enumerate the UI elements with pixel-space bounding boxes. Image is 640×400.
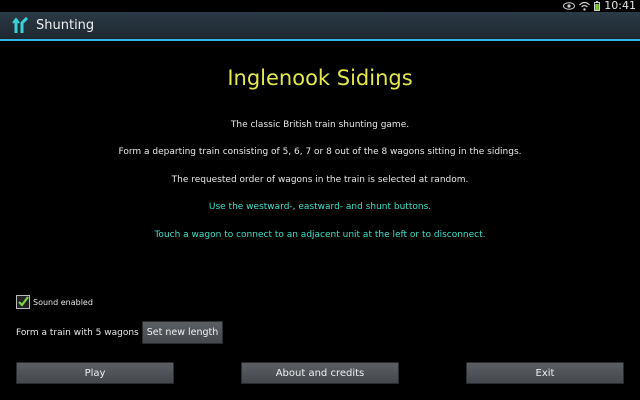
about-and-credits-button[interactable]: About and credits xyxy=(241,362,399,384)
instruction-line-1: Use the westward-, eastward- and shunt b… xyxy=(208,202,432,212)
sound-toggle[interactable]: Sound enabled xyxy=(16,295,93,309)
description-line-3: The requested order of wagons in the tra… xyxy=(171,175,469,185)
app-logo-icon[interactable] xyxy=(12,16,30,35)
action-bar: Shunting xyxy=(0,12,640,41)
wifi-icon xyxy=(579,1,591,11)
battery-icon xyxy=(594,1,601,11)
set-new-length-button[interactable]: Set new length xyxy=(142,321,223,344)
eye-icon xyxy=(563,2,576,10)
description-line-1: The classic British train shunting game. xyxy=(230,120,410,130)
app-title: Shunting xyxy=(36,18,95,33)
exit-button[interactable]: Exit xyxy=(466,362,624,384)
sound-checkbox[interactable] xyxy=(16,295,30,309)
instruction-line-2: Touch a wagon to connect to an adjacent … xyxy=(154,230,486,240)
play-button[interactable]: Play xyxy=(16,362,174,384)
description-line-2: Form a departing train consisting of 5, … xyxy=(118,147,522,157)
sound-label: Sound enabled xyxy=(33,297,93,307)
checkmark-icon xyxy=(18,296,29,307)
train-length-text: Form a train with 5 wagons xyxy=(16,327,139,338)
clock: 10:41 xyxy=(604,0,636,12)
page-title: Inglenook Sidings xyxy=(227,66,413,90)
status-bar: 10:41 xyxy=(0,0,640,12)
